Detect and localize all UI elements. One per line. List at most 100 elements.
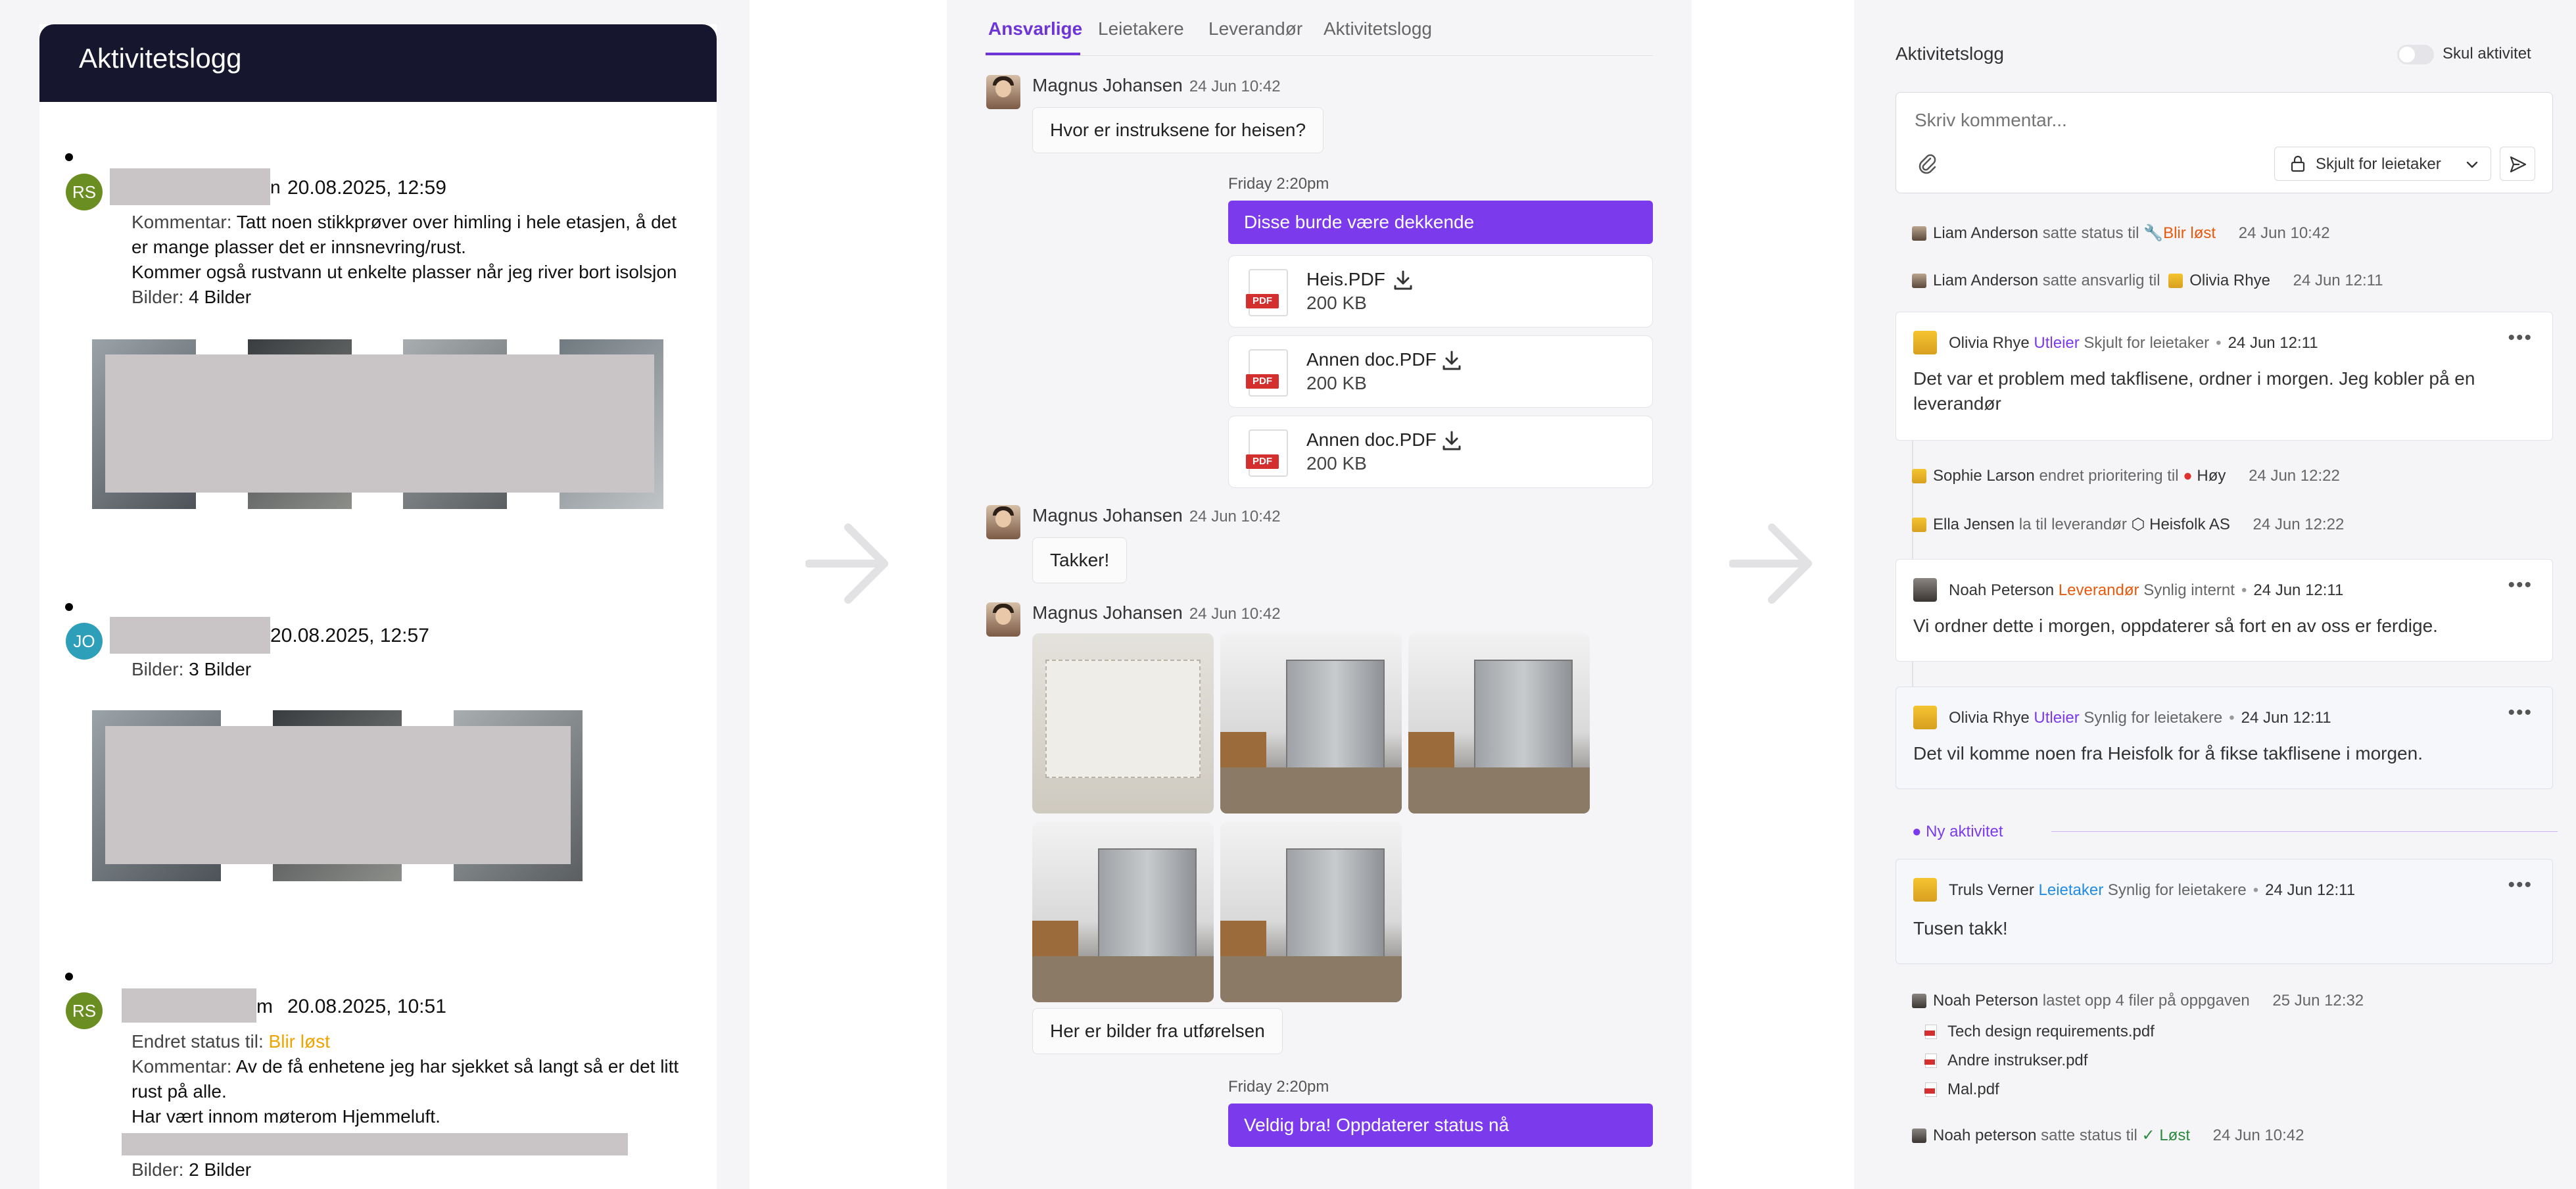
photo-thumbnail[interactable] [1220,633,1402,813]
tab-leverandor[interactable]: Leverandør [1208,18,1302,39]
status-value: 🔧Blir løst [2143,224,2216,242]
legacy-activity-log: Aktivitetslogg RS n 20.08.2025, 12:59 Ko… [39,24,717,1189]
message-time: 24 Jun 10:42 [1189,605,1281,623]
status-text: Blir løst [2163,224,2216,242]
activity-log-panel: Aktivitetslogg Skul aktivitet Skjult for… [1854,0,2576,1189]
more-options-icon[interactable]: ••• [2508,574,2533,596]
photo-thumbnail[interactable] [1408,633,1590,813]
role-badge: Utleier [2034,709,2080,727]
new-activity-label: Ny aktivitet [1926,823,2003,840]
avatar [1912,518,1926,532]
pdf-badge: PDF [1246,374,1279,389]
avatar [986,505,1020,539]
entry-date: 20.08.2025, 10:51 [287,996,446,1017]
author-name: Olivia Rhye [1949,334,2030,352]
message-author: Magnus Johansen 24 Jun 10:42 [1032,602,1281,623]
comment-line: leverandør [1913,393,2001,414]
comment-header: Truls Verner Leietaker Synlig for leieta… [1913,878,2355,902]
file-name: Annen doc.PDF [1306,349,1437,370]
file-name: Heis.PDF [1306,269,1385,289]
comment-body: Det var et problem med takflisene, ordne… [1913,366,2525,416]
activity-item: Sophie Larson endret prioritering til ● … [1912,467,2340,485]
comment-line: Det var et problem med takflisene, ordne… [1913,368,2475,389]
redacted-line [122,1133,628,1155]
message-author: Magnus Johansen 24 Jun 10:42 [1032,75,1281,96]
images-count: 4 Bilder [189,287,252,307]
redacted-name [122,988,256,1023]
activity-time: 25 Jun 12:32 [2272,992,2364,1009]
avatar [1913,331,1937,354]
activity-item: Ella Jensen la til leverandør ⬡ Heisfolk… [1912,515,2344,534]
photo-thumbnail[interactable] [1032,822,1214,1002]
list-bullet [65,973,73,981]
photo-thumbnail[interactable] [1220,822,1402,1002]
tab-aktivitetslogg[interactable]: Aktivitetslogg [1324,18,1432,39]
activity-time: 24 Jun 10:42 [2212,1127,2304,1144]
visibility-select[interactable]: Skjult for leietaker [2274,147,2491,181]
images-label: Bilder: [131,659,184,679]
incoming-message: Hvor er instruksene for heisen? [1032,107,1324,153]
download-icon[interactable] [1392,269,1414,291]
file-attachment[interactable]: PDF Heis.PDF 200 KB [1228,255,1653,328]
download-icon[interactable] [1441,429,1463,452]
status-value: Blir løst [268,1031,330,1052]
uploaded-file[interactable]: Andre instrukser.pdf [1924,1052,2087,1070]
incoming-message: Takker! [1032,537,1128,583]
comment-line: Kommer også rustvann ut enkelte plasser … [131,262,677,282]
chevron-down-icon [2466,161,2478,168]
comment-line: er mange plasser det er innsnevring/rust… [131,237,466,257]
more-options-icon[interactable]: ••• [2508,327,2533,349]
list-bullet [65,603,73,611]
photo-thumbnail[interactable] [1032,633,1214,813]
images-line: Bilder: 4 Bilder [131,285,710,310]
page-title: Aktivitetslogg [39,24,717,102]
actor-name: Noah peterson [1933,1127,2037,1144]
hide-activity-toggle[interactable] [2397,45,2434,64]
entry-date: 20.08.2025, 12:59 [287,177,446,199]
paperclip-icon[interactable] [1916,152,1938,174]
priority-value: Høy [2197,467,2226,485]
outgoing-message: Veldig bra! Oppdaterer status nå [1228,1104,1653,1147]
comment-header: Noah Peterson Leverandør Synlig internt •… [1913,578,2343,602]
pdf-icon: PDF [1246,349,1288,397]
tab-leietakere[interactable]: Leietakere [1098,18,1184,39]
pdf-file-icon [1924,1054,1937,1068]
file-attachment[interactable]: PDF Annen doc.PDF 200 KB [1228,416,1653,488]
tab-ansvarlige[interactable]: Ansvarlige [988,18,1082,39]
send-button[interactable] [2500,147,2535,181]
chat-panel: Ansvarlige Leietakere Leverandør Aktivit… [947,0,1692,1189]
avatar [1912,994,1926,1008]
activity-item: Liam Anderson satte status til 🔧Blir løs… [1912,224,2330,243]
pdf-file-icon [1924,1025,1937,1039]
vendor-name: Heisfolk AS [2149,516,2230,533]
pdf-badge: PDF [1246,294,1279,308]
images-line: Bilder: 3 Bilder [131,657,710,682]
comment-header: Olivia Rhye Utleier Skjult for leietaker… [1913,331,2318,354]
avatar [1912,274,1926,288]
activity-verb: satte status til [2042,224,2139,242]
comment-label: Kommentar: [131,212,232,232]
uploaded-file[interactable]: Tech design requirements.pdf [1924,1023,2155,1041]
entry-date: 20.08.2025, 12:57 [270,625,429,646]
send-icon [2510,156,2527,173]
comment-line: Vi ordner dette i morgen, oppdaterer så … [1913,616,2438,636]
actor-name: Liam Anderson [1933,224,2039,242]
author-name: Magnus Johansen [1032,602,1183,623]
more-options-icon[interactable]: ••• [2508,874,2533,896]
comment-input[interactable] [1915,110,2506,131]
avatar [986,75,1020,109]
visibility-label: Skjult for leietaker [2084,334,2210,352]
more-options-icon[interactable]: ••• [2508,702,2533,724]
activity-verb: satte ansvarlig til [2042,272,2160,289]
actor-name: Sophie Larson [1933,467,2035,485]
activity-item: Liam Anderson satte ansvarlig til Olivia… [1912,272,2383,290]
avatar [1912,469,1926,483]
activity-verb: satte status til [2041,1127,2137,1144]
actor-name: Noah Peterson [1933,992,2039,1009]
status-label: Endret status til: [131,1031,264,1052]
uploaded-file[interactable]: Mal.pdf [1924,1080,1999,1099]
download-icon[interactable] [1441,349,1463,372]
message-time: Friday 2:20pm [1228,175,1329,193]
comment-card: Olivia Rhye Utleier Skjult for leietaker… [1896,312,2553,441]
file-attachment[interactable]: PDF Annen doc.PDF 200 KB [1228,335,1653,408]
